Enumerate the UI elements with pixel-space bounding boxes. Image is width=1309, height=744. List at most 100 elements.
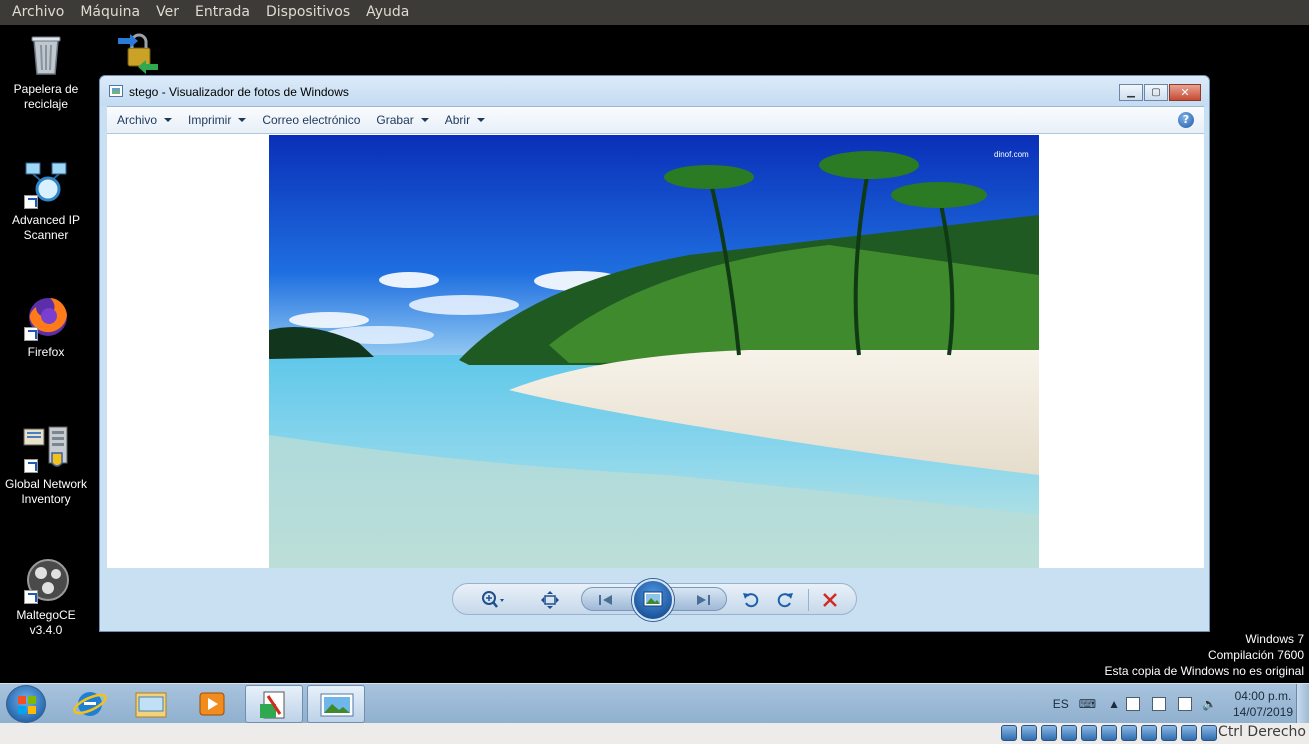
usb-icon[interactable] [1141, 725, 1157, 741]
shortcut-arrow-icon [24, 327, 38, 341]
delete-button[interactable] [820, 590, 840, 610]
show-desktop-button[interactable] [1296, 684, 1309, 724]
taskbar-photo-viewer[interactable] [307, 685, 365, 723]
window-titlebar[interactable]: stego - Visualizador de fotos de Windows… [100, 76, 1209, 106]
photo-watermark: dinof.com [994, 150, 1029, 159]
lock-network-icon [114, 30, 162, 78]
display-icon[interactable] [1101, 725, 1117, 741]
desktop-icon-lock-network[interactable] [92, 30, 184, 78]
desktop-icon-recycle-bin[interactable]: Papelera de reciclaje [0, 30, 92, 112]
network-adapter-icon[interactable] [1121, 725, 1137, 741]
host-menu-entrada[interactable]: Entrada [187, 0, 258, 25]
host-menu-ayuda[interactable]: Ayuda [358, 0, 417, 25]
minimize-icon: ▁ [1127, 87, 1135, 98]
shortcut-arrow-icon [24, 195, 38, 209]
chevron-down-icon [164, 118, 173, 122]
chevron-down-icon [420, 118, 429, 122]
mouse-integration-icon[interactable] [1181, 725, 1197, 741]
desktop-icon-firefox[interactable]: Firefox [0, 293, 92, 360]
help-icon[interactable]: ? [1178, 112, 1194, 128]
toolbar-label: Grabar [376, 113, 414, 127]
toolbar-grabar[interactable]: Grabar [370, 113, 434, 127]
optical-drive-icon[interactable] [1021, 725, 1037, 741]
watermark-line: Compilación 7600 [1207, 648, 1304, 662]
start-button[interactable] [6, 685, 46, 723]
toolbar-label: Correo electrónico [262, 113, 361, 127]
shortcut-arrow-icon [24, 590, 38, 604]
recording-icon[interactable] [1161, 725, 1177, 741]
host-menu-maquina[interactable]: Máquina [72, 0, 148, 25]
hard-disk-icon[interactable] [1001, 725, 1017, 741]
image-canvas: dinof.com [107, 134, 1204, 568]
device-icon[interactable] [1151, 697, 1166, 711]
viewer-toolbar: Archivo Imprimir Correo electrónico Grab… [107, 106, 1204, 134]
keyboard-capture-icon[interactable] [1201, 725, 1217, 741]
keyboard-icon[interactable]: ⌨ [1079, 697, 1096, 711]
desktop-icon-label: Advanced IP Scanner [11, 213, 81, 242]
actual-size-button[interactable] [540, 590, 560, 610]
photo-viewer-window: stego - Visualizador de fotos de Windows… [99, 75, 1210, 632]
slideshow-button[interactable] [632, 579, 674, 621]
windows-logo-icon [18, 696, 36, 714]
shared-folders-icon[interactable] [1081, 725, 1097, 741]
toolbar-imprimir[interactable]: Imprimir [182, 113, 252, 127]
watermark-line: Esta copia de Windows no es original [1104, 664, 1304, 678]
desktop-icon-label: MaltegoCE v3.4.0 [16, 608, 76, 637]
host-menu-archivo[interactable]: Archivo [4, 0, 72, 25]
shortcut-arrow-icon [24, 459, 38, 473]
taskbar-file-explorer[interactable] [122, 685, 180, 723]
close-icon: ✕ [1180, 86, 1190, 99]
close-button[interactable]: ✕ [1169, 84, 1201, 101]
viewer-control-bar [452, 579, 857, 621]
desktop-icon-global-network-inventory[interactable]: Global Network Inventory [0, 425, 92, 507]
language-indicator[interactable]: ES [1053, 697, 1069, 711]
previous-button[interactable] [596, 590, 616, 610]
network-scanner-icon [22, 161, 70, 209]
show-hidden-icons-icon[interactable]: ▲ [1108, 697, 1120, 711]
windows-watermark: Windows 7 Compilación 7600 Esta copia de… [984, 631, 1304, 679]
recycle-bin-icon [22, 30, 70, 78]
host-menubar: Archivo Máquina Ver Entrada Dispositivos… [0, 0, 1309, 25]
next-button[interactable] [693, 590, 713, 610]
rotate-left-button[interactable] [741, 590, 761, 610]
desktop-icon-label: Global Network Inventory [4, 477, 88, 506]
host-menu-dispositivos[interactable]: Dispositivos [258, 0, 358, 25]
toolbar-abrir[interactable]: Abrir [439, 113, 491, 127]
system-tray: ES ⌨ ▲ 🔈 04:00 p.m. 14/07/2019 [1053, 684, 1293, 724]
photo-viewer-app-icon [109, 85, 123, 97]
control-divider [808, 589, 809, 611]
firefox-icon [22, 293, 70, 341]
taskbar-internet-explorer[interactable] [61, 685, 119, 723]
toolbar-correo[interactable]: Correo electrónico [256, 113, 366, 127]
rotate-right-icon [777, 593, 793, 608]
maximize-button[interactable]: ▢ [1144, 84, 1168, 101]
desktop-icon-advanced-ip-scanner[interactable]: Advanced IP Scanner [0, 161, 92, 243]
toolbar-label: Abrir [444, 113, 471, 127]
watermark-line: Windows 7 [1245, 632, 1304, 646]
rotate-right-button[interactable] [775, 590, 795, 610]
pen-icon[interactable] [1061, 725, 1077, 741]
network-icon[interactable] [1177, 697, 1192, 711]
desktop-icon-maltego[interactable]: MaltegoCE v3.4.0 [0, 556, 92, 638]
toolbar-archivo[interactable]: Archivo [111, 113, 178, 127]
screen: Archivo Máquina Ver Entrada Dispositivos… [0, 0, 1309, 744]
zoom-button[interactable] [481, 590, 504, 610]
chevron-down-icon [477, 118, 486, 122]
maltego-icon [22, 556, 70, 604]
host-key-label: Ctrl Derecho [1218, 724, 1306, 740]
vbox-status-bar: Ctrl Derecho [0, 723, 1309, 744]
volume-icon[interactable]: 🔈 [1202, 697, 1217, 711]
action-center-icon[interactable] [1125, 697, 1140, 711]
host-menu-ver[interactable]: Ver [148, 0, 187, 25]
paint-icon [260, 691, 285, 719]
taskbar-media-player[interactable] [183, 685, 241, 723]
chevron-down-icon [238, 118, 247, 122]
clock[interactable]: 04:00 p.m. 14/07/2019 [1233, 688, 1293, 720]
minimize-button[interactable]: ▁ [1119, 84, 1143, 101]
audio-icon[interactable] [1041, 725, 1057, 741]
photo-viewer-icon [320, 693, 354, 717]
file-explorer-icon [135, 692, 167, 718]
toolbar-label: Imprimir [188, 113, 232, 127]
delete-icon [823, 593, 837, 607]
taskbar-paint[interactable] [245, 685, 303, 723]
